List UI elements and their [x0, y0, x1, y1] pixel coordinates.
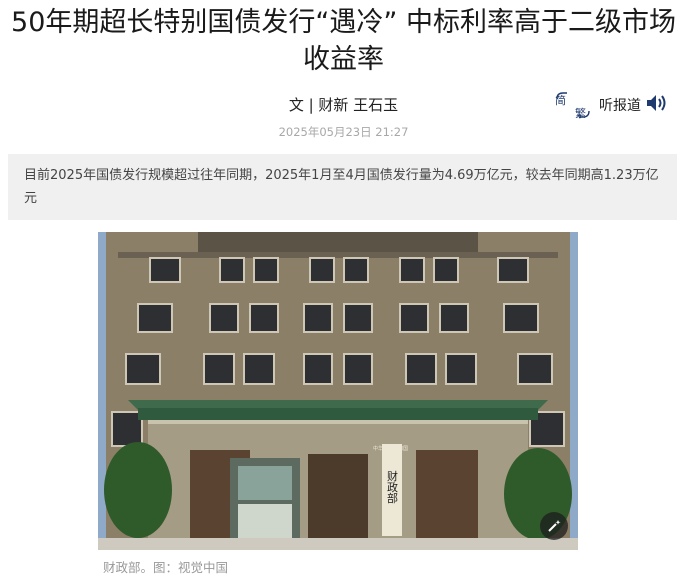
- article-image[interactable]: 财政部 中华人民共和国: [98, 232, 578, 550]
- magic-wand-icon[interactable]: [540, 512, 568, 540]
- building-sign-small-text: 中华人民共和国: [373, 445, 408, 452]
- listen-report-button[interactable]: 听报道: [599, 92, 669, 118]
- article-title: 50年期超长特别国债发行“遇冷” 中标利率高于二级市场收益率: [11, 7, 676, 75]
- image-caption: 财政部。图：视觉中国: [103, 560, 229, 575]
- traditional-label: 繁: [575, 106, 586, 120]
- simplified-label: 简: [555, 93, 566, 107]
- speaker-icon[interactable]: [645, 92, 669, 118]
- article-date: 2025年05月23日 21:27: [278, 125, 409, 139]
- ministry-building-photo: 财政部 中华人民共和国: [98, 232, 578, 550]
- listen-label[interactable]: 听报道: [599, 95, 641, 115]
- building-sign-text: 财政部: [386, 469, 399, 503]
- article-tools: 简 繁 听报道: [553, 90, 669, 120]
- simplified-traditional-icon[interactable]: 简 繁: [553, 90, 593, 120]
- article-summary: 目前2025年国债发行规模超过往年同期，2025年1月至4月国债发行量为4.69…: [8, 154, 677, 220]
